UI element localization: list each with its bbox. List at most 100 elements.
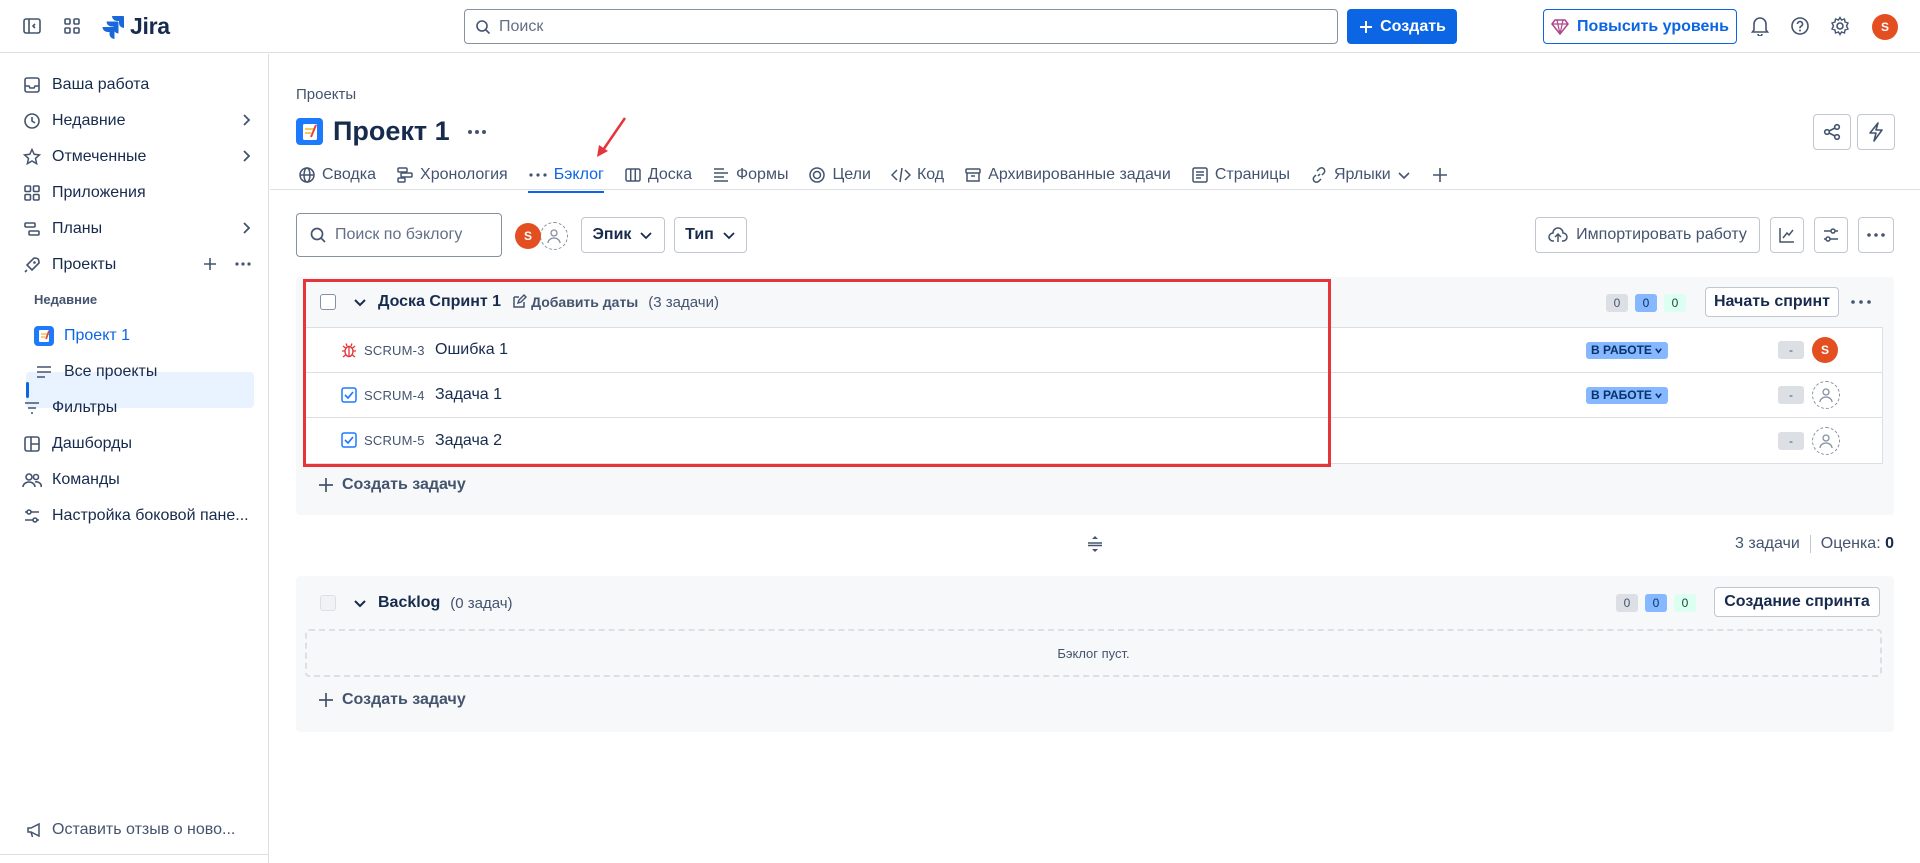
total-tasks: 3 задачи	[1735, 535, 1800, 552]
automation-button[interactable]	[1857, 114, 1895, 150]
tab-label: Код	[916, 166, 945, 183]
sidebar-item-label: Приложения	[52, 184, 146, 201]
add-project-icon[interactable]	[202, 256, 218, 272]
in-progress-count-badge: 0	[1645, 594, 1667, 612]
assignee-unassigned-avatar[interactable]	[1812, 426, 1840, 455]
type-filter-button[interactable]: Тип	[674, 217, 747, 253]
tab-archived[interactable]: Архивированные задачи	[964, 160, 1171, 190]
sidebar: Ваша работа Недавние Отмеченные Приложен…	[0, 54, 269, 863]
backlog-search-input[interactable]: Поиск по бэклогу	[296, 213, 502, 257]
view-settings-button[interactable]	[1814, 217, 1848, 253]
user-avatar[interactable]: S	[1872, 14, 1898, 40]
sidebar-item-plans[interactable]: Планы	[22, 214, 254, 244]
sidebar-item-starred[interactable]: Отмеченные	[22, 142, 254, 172]
tab-shortcuts[interactable]: Ярлыки	[1310, 160, 1411, 190]
create-button-label: Создать	[1380, 17, 1446, 35]
filter-avatar-user[interactable]: S	[515, 223, 541, 249]
epic-filter-button[interactable]: Эпик	[581, 217, 665, 253]
assignee-avatar[interactable]: S	[1812, 337, 1838, 363]
tab-code[interactable]: Код	[890, 160, 945, 190]
sidebar-item-project-1[interactable]: Проект 1	[34, 321, 244, 351]
help-icon[interactable]	[1788, 14, 1812, 38]
sidebar-item-projects[interactable]: Проекты	[22, 250, 254, 280]
tab-backlog[interactable]: Бэклог	[527, 160, 604, 193]
filter-avatar-unassigned[interactable]	[540, 222, 568, 250]
sprint-create-task-button[interactable]: Создать задачу	[318, 476, 466, 494]
customize-icon	[22, 506, 42, 526]
backlog-status-counts: 0 0 0	[1616, 594, 1696, 612]
jira-logo[interactable]: Jira	[102, 13, 170, 40]
tab-pages[interactable]: Страницы	[1191, 160, 1290, 190]
estimate-badge[interactable]: -	[1778, 341, 1804, 359]
tab-label: Цели	[832, 166, 871, 183]
assignee-unassigned-avatar[interactable]	[1812, 381, 1840, 409]
tab-goals[interactable]: Цели	[808, 160, 871, 190]
status-dropdown[interactable]: В РАБОТЕ	[1586, 341, 1668, 359]
sidebar-item-label: Планы	[52, 220, 103, 237]
more-icon[interactable]	[234, 256, 252, 272]
chevron-down-icon	[640, 232, 653, 240]
import-work-button[interactable]: Импортировать работу	[1535, 217, 1760, 253]
feedback-link[interactable]: Оставить отзыв о ново...	[26, 821, 235, 839]
person-icon	[1819, 388, 1833, 403]
settings-gear-icon[interactable]	[1828, 14, 1852, 38]
resize-handle-icon[interactable]	[1086, 535, 1104, 553]
apps-grid-icon	[22, 183, 42, 203]
backlog-issue-count: (0 задач)	[450, 594, 513, 612]
summary-divider	[1809, 535, 1811, 553]
add-tab-button[interactable]	[1431, 160, 1449, 190]
search-icon	[310, 227, 326, 243]
import-work-label: Импортировать работу	[1576, 226, 1747, 243]
type-filter-label: Тип	[685, 226, 714, 243]
sidebar-item-apps[interactable]: Приложения	[22, 178, 254, 208]
upgrade-button[interactable]: Повысить уровень	[1543, 9, 1737, 44]
create-button[interactable]: Создать	[1347, 9, 1457, 44]
notifications-icon[interactable]	[1748, 14, 1772, 38]
title-row: Проект 1	[296, 116, 488, 147]
tab-timeline[interactable]: Хронология	[396, 160, 508, 190]
sliders-icon	[1824, 228, 1838, 242]
breadcrumb[interactable]: Проекты	[296, 86, 356, 103]
plus-icon	[1360, 20, 1373, 33]
chevron-right-icon[interactable]	[238, 220, 254, 236]
sidebar-item-dashboards[interactable]: Дашборды	[22, 429, 254, 459]
insights-button[interactable]	[1770, 217, 1804, 253]
tab-forms[interactable]: Формы	[712, 160, 788, 190]
jira-logo-icon	[102, 15, 124, 39]
tab-label: Архивированные задачи	[988, 166, 1171, 183]
backlog-create-task-button[interactable]: Создать задачу	[318, 691, 466, 709]
sprint-more-icon[interactable]	[1850, 294, 1872, 310]
estimate-badge[interactable]: -	[1778, 431, 1804, 450]
global-search-input[interactable]: Поиск	[464, 9, 1338, 44]
chevron-down-icon[interactable]	[1397, 168, 1411, 182]
sidebar-item-your-work[interactable]: Ваша работа	[22, 70, 254, 100]
sidebar-item-all-projects[interactable]: Все проекты	[34, 357, 244, 387]
sidebar-item-filters[interactable]: Фильтры	[22, 393, 254, 423]
plus-icon	[1431, 166, 1449, 184]
link-icon	[1310, 166, 1328, 184]
start-sprint-button[interactable]: Начать спринт	[1705, 287, 1839, 317]
sidebar-item-customize[interactable]: Настройка боковой пане...	[22, 501, 254, 531]
estimate-badge[interactable]: -	[1778, 386, 1804, 404]
chevron-right-icon[interactable]	[238, 112, 254, 128]
chevron-down-icon[interactable]	[352, 595, 368, 611]
tab-summary[interactable]: Сводка	[298, 160, 376, 190]
app-switcher-icon[interactable]	[60, 14, 84, 38]
backlog-more-button[interactable]	[1858, 217, 1894, 253]
sidebar-item-teams[interactable]: Команды	[22, 465, 254, 495]
sidebar-toggle-icon[interactable]	[20, 14, 44, 38]
tab-label: Формы	[735, 166, 789, 183]
tab-board[interactable]: Доска	[624, 160, 692, 190]
backlog-select-checkbox	[320, 595, 336, 611]
create-sprint-button[interactable]: Создание спринта	[1714, 587, 1880, 617]
sidebar-item-recent[interactable]: Недавние	[22, 106, 254, 136]
status-dropdown[interactable]: В РАБОТЕ	[1586, 386, 1668, 404]
done-count-badge: 0	[1664, 294, 1686, 312]
sprint-summary: 3 задачи Оценка: 0	[1735, 535, 1894, 553]
person-icon	[1819, 433, 1833, 448]
project-more-icon[interactable]	[466, 124, 488, 140]
sidebar-item-label: Недавние	[52, 112, 126, 129]
share-button[interactable]	[1813, 114, 1851, 150]
tab-label: Страницы	[1214, 166, 1290, 183]
chevron-right-icon[interactable]	[238, 148, 254, 164]
